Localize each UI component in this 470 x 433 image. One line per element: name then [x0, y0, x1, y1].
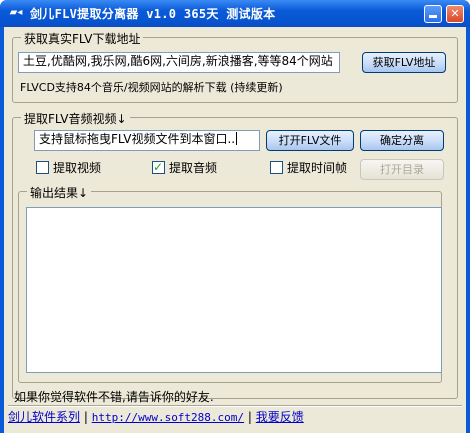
app-icon: ▰◂: [9, 7, 23, 18]
link-separator: |: [247, 410, 252, 424]
checkbox-box: ✓: [152, 160, 165, 174]
footer-message: 如果你觉得软件不错,请告诉你的好友.: [14, 390, 214, 404]
minimize-button[interactable]: [424, 5, 442, 23]
window-title: 剑儿FLV提取分离器 v1.0 365天 测试版本: [30, 7, 276, 21]
drag-file-text: 支持鼠标拖曳FLV视频文件到本窗口..: [39, 132, 236, 146]
output-group-label: 输出结果↓: [27, 184, 92, 201]
open-flv-button[interactable]: 打开FLV文件: [266, 130, 354, 151]
divider: [8, 405, 462, 407]
checkbox-box: [36, 161, 49, 174]
text-caret: [236, 132, 238, 145]
drag-file-input[interactable]: 支持鼠标拖曳FLV视频文件到本窗口..: [34, 130, 260, 151]
website-link[interactable]: http://www.soft288.com/: [92, 411, 244, 424]
app-window: ▰◂ 剑儿FLV提取分离器 v1.0 365天 测试版本 ✕ 获取真实FLV下载…: [0, 0, 470, 433]
url-group-label: 获取真实FLV下载地址: [21, 30, 144, 47]
extract-audio-checkbox[interactable]: ✓ 提取音频: [152, 160, 217, 176]
close-button[interactable]: ✕: [446, 5, 464, 23]
link-separator: |: [83, 410, 88, 424]
open-directory-button[interactable]: 打开目录: [360, 159, 444, 180]
flvcd-description: FLVCD支持84个音乐/视频网站的解析下载 (持续更新): [20, 81, 283, 94]
checkbox-box: [270, 161, 283, 174]
title-bar[interactable]: ▰◂ 剑儿FLV提取分离器 v1.0 365天 测试版本 ✕: [0, 0, 470, 27]
extract-timeframe-checkbox[interactable]: 提取时间帧: [270, 160, 347, 176]
url-input[interactable]: 土豆,优酷网,我乐网,酷6网,六间房,新浪播客,等等84个网站: [18, 52, 340, 73]
separate-button[interactable]: 确定分离: [360, 130, 444, 151]
feedback-link[interactable]: 我要反馈: [256, 410, 304, 424]
extract-video-checkbox[interactable]: 提取视频: [36, 160, 101, 176]
output-textarea[interactable]: [26, 207, 442, 373]
extract-audio-label: 提取音频: [169, 161, 218, 175]
close-icon: ✕: [450, 7, 460, 20]
minimize-icon: [429, 15, 437, 18]
extract-timeframe-label: 提取时间帧: [287, 161, 348, 175]
checkmark-icon: ✓: [153, 160, 164, 174]
footer-links: 剑儿软件系列 | http://www.soft288.com/ | 我要反馈: [8, 408, 304, 425]
extract-video-label: 提取视频: [53, 161, 102, 175]
get-flv-address-button[interactable]: 获取FLV地址: [362, 52, 446, 73]
extract-group-label: 提取FLV音频视频↓: [21, 110, 130, 127]
client-area: 获取真实FLV下载地址 土豆,优酷网,我乐网,酷6网,六间房,新浪播客,等等84…: [4, 27, 466, 433]
software-series-link[interactable]: 剑儿软件系列: [8, 410, 80, 424]
